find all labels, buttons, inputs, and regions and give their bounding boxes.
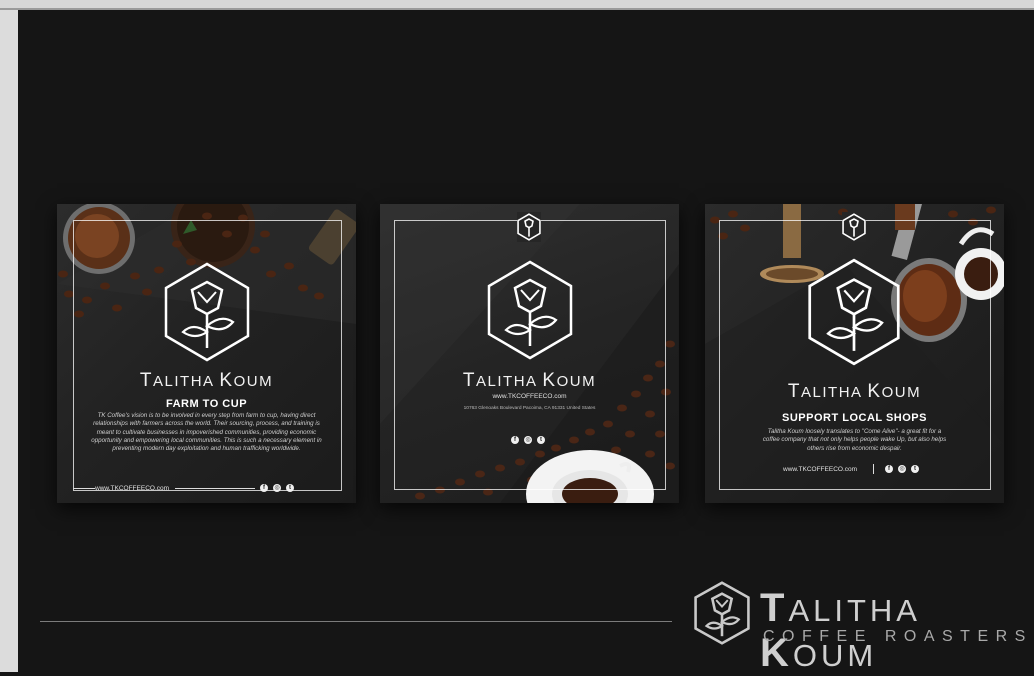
card-address: 10763 Glenoaks Boulevard Pacoima, CA 913… [463, 406, 596, 411]
twitter-icon[interactable]: t [537, 436, 545, 444]
social-post-card-farm-to-cup: TALITHA KOUM FARM TO CUP TK Coffee's vis… [57, 204, 356, 503]
card-brand-name: TALITHA KOUM [787, 381, 922, 402]
card-heading: FARM TO CUP [165, 398, 248, 410]
card-brand-name: TALITHA KOUM [462, 370, 597, 391]
rose-hexagon-logo-icon [164, 262, 250, 362]
rose-hexagon-logo-icon [842, 212, 866, 242]
twitter-icon[interactable]: t [911, 465, 919, 473]
rose-hexagon-logo-icon [694, 581, 750, 645]
twitter-icon[interactable]: t [286, 484, 294, 492]
rose-hexagon-logo-icon [517, 212, 541, 242]
rose-hexagon-logo-icon [808, 258, 900, 366]
facebook-icon[interactable]: f [511, 436, 519, 444]
social-icons: f ◎ t [511, 436, 545, 444]
rose-hexagon-logo-icon [487, 260, 573, 360]
card-heading: SUPPORT LOCAL SHOPS [782, 412, 927, 424]
top-bar [0, 0, 1034, 10]
facebook-icon[interactable]: f [260, 484, 268, 492]
social-post-card-support-local: TALITHA KOUM SUPPORT LOCAL SHOPS Talitha… [705, 204, 1004, 503]
card-body-text: Talitha Koum loosely translates to "Come… [762, 428, 947, 452]
left-strip [0, 10, 18, 672]
social-icons: f ◎ t [885, 465, 919, 473]
card-body-text: TK Coffee's vision is to be involved in … [91, 412, 322, 453]
instagram-icon[interactable]: ◎ [898, 465, 906, 473]
instagram-icon[interactable]: ◎ [273, 484, 281, 492]
divider-rule [40, 621, 672, 622]
social-post-card-contact: TALITHA KOUM www.TKCOFFEECO.com 10763 Gl… [380, 204, 679, 503]
social-icons: f ◎ t [260, 484, 294, 492]
footer-tagline: COFFEE ROASTERS [763, 628, 1033, 645]
instagram-icon[interactable]: ◎ [524, 436, 532, 444]
facebook-icon[interactable]: f [885, 465, 893, 473]
card-website[interactable]: www.TKCOFFEECO.com [95, 485, 169, 492]
card-website[interactable]: www.TKCOFFEECO.com [783, 466, 857, 473]
card-website[interactable]: www.TKCOFFEECO.com [380, 393, 679, 400]
card-brand-name: TALITHA KOUM [139, 370, 274, 391]
